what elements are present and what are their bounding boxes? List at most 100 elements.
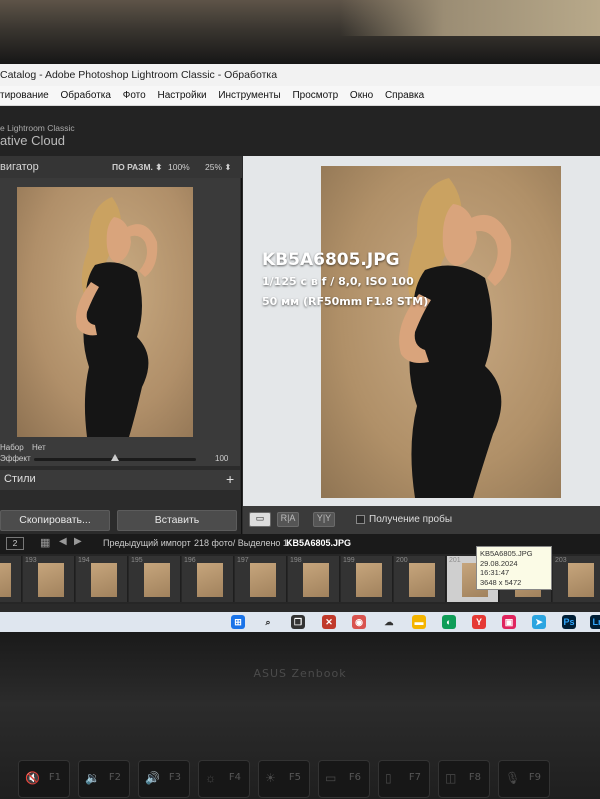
tooltip-date: 29.08.2024 16:31:47 [480, 558, 518, 578]
navigator-preview[interactable] [0, 178, 240, 440]
thumb-number: 196 [184, 557, 196, 564]
search-icon[interactable]: ⌕ [261, 615, 275, 629]
grid-view-icon[interactable]: ▦ [40, 536, 50, 549]
styles-title: Стили [4, 473, 36, 485]
tooltip-filename: KB5A6805.JPG [480, 549, 533, 558]
menu-photo[interactable]: Фото [123, 90, 146, 101]
filmstrip-current-file[interactable]: KB5A6805.JPG [286, 538, 351, 548]
thumb-image [38, 563, 64, 597]
left-panel: вигатор ПО РАЗМ. ⬍ 100% 25% ⬍ Набор Нет … [0, 156, 242, 534]
mute-icon: 🔇 [25, 771, 40, 785]
menu-bar: тирование Обработка Фото Настройки Инстр… [0, 86, 600, 106]
effect-slider[interactable] [34, 454, 196, 461]
zoom-100-option[interactable]: 100% [168, 162, 190, 172]
key-f8: ◫ F8 [438, 760, 490, 798]
filmstrip-thumb[interactable]: 198 [288, 556, 340, 602]
key-f1: 🔇 F1 [18, 760, 70, 798]
lightroom-icon[interactable]: Lr [590, 615, 600, 629]
volume-up-icon: 🔊 [145, 771, 160, 785]
thumbnail-tooltip: KB5A6805.JPG 29.08.2024 16:31:47 3648 x … [476, 546, 552, 590]
effect-slider-knob[interactable] [111, 454, 119, 461]
forward-arrow-icon[interactable]: ▶ [74, 536, 82, 547]
volume-down-icon: 🔉 [85, 771, 100, 785]
thumb-image [356, 563, 382, 597]
effect-row: Эффект 100 [0, 452, 240, 466]
edge-icon[interactable]: ◐ [442, 615, 456, 629]
loupe-view-button[interactable]: ▭ [249, 512, 271, 527]
navigator-title: вигатор [0, 161, 39, 173]
app-icon-red[interactable]: ✕ [322, 615, 336, 629]
key-f6: ▭ F6 [318, 760, 370, 798]
photoshop-icon[interactable]: Ps [562, 615, 576, 629]
thumb-number: 195 [131, 557, 143, 564]
laptop-brand-logo: ASUS Zenbook [253, 667, 347, 680]
window-icon: ◫ [445, 771, 457, 785]
filmstrip-counts: 218 фото/ Выделено 1/ [194, 538, 291, 548]
soft-proof-label: Получение пробы [369, 514, 453, 525]
menu-window[interactable]: Окно [350, 90, 373, 101]
file-explorer-icon[interactable]: ▬ [412, 615, 426, 629]
key-f7: ▯ F7 [378, 760, 430, 798]
app-icon-pdf[interactable]: ◉ [352, 615, 366, 629]
identity-plate: e Lightroom Classic ative Cloud [0, 106, 600, 156]
thumb-number: 193 [25, 557, 37, 564]
loupe-view[interactable]: KB5A6805.JPG 1/125 с в f / 8,0, ISO 100 … [243, 156, 600, 534]
effect-label: Эффект [0, 454, 31, 463]
filmstrip-thumb[interactable]: 196 [182, 556, 234, 602]
filmstrip-thumb[interactable]: 203 [553, 556, 600, 602]
filmstrip-thumb[interactable]: 193 [23, 556, 75, 602]
key-f3: 🔊 F3 [138, 760, 190, 798]
filmstrip-thumb[interactable]: 195 [129, 556, 181, 602]
zoom-fit-option[interactable]: ПО РАЗМ. ⬍ [112, 162, 162, 173]
thumb-number: 203 [555, 557, 567, 564]
filmstrip-thumb[interactable]: 197 [235, 556, 287, 602]
task-view-icon[interactable]: ❐ [291, 615, 305, 629]
filmstrip-thumb[interactable]: 200 [394, 556, 446, 602]
navigator-thumbnail [17, 187, 193, 437]
taskbar: ⊞ ⌕ ❐ ✕ ◉ ☁ ▬ ◐ Y ▣ ➤ Ps Lr [0, 612, 600, 632]
identity-plate-line2: ative Cloud [0, 133, 66, 148]
app-icon-cloud[interactable]: ☁ [382, 615, 396, 629]
loupe-toolbar: ▭ R|A Y|Y Получение пробы [243, 506, 600, 534]
keyboard: 🔇 F1 🔉 F2 🔊 F3 ☼ F4 ☀ F5 ▭ F6 ▯ F7 ◫ F8 🎙 F9 [0, 702, 600, 799]
filmstrip-thumb[interactable]: 199 [341, 556, 393, 602]
effect-value: 100 [215, 454, 229, 463]
menu-help[interactable]: Справка [385, 90, 424, 101]
thumb-image [91, 563, 117, 597]
thumb-image [250, 563, 276, 597]
screen: Catalog - Adobe Photoshop Lightroom Clas… [0, 64, 600, 632]
styles-panel-header[interactable]: Стили + [0, 470, 240, 490]
project-icon: ▯ [385, 771, 392, 785]
add-style-button[interactable]: + [226, 471, 234, 487]
thumb-number: 199 [343, 557, 355, 564]
menu-develop[interactable]: Обработка [61, 90, 111, 101]
thumb-number: 198 [290, 557, 302, 564]
key-f9: 🎙 F9 [498, 760, 550, 798]
telegram-icon[interactable]: ➤ [532, 615, 546, 629]
before-after-yy-button[interactable]: Y|Y [313, 512, 335, 527]
before-after-ra-button[interactable]: R|A [277, 512, 299, 527]
portrait-silhouette [399, 178, 512, 498]
menu-view[interactable]: Просмотр [292, 90, 338, 101]
portrait-silhouette-small [75, 197, 158, 437]
filmstrip-thumb[interactable] [0, 556, 22, 602]
soft-proof-checkbox[interactable] [356, 515, 365, 524]
filmstrip-source[interactable]: Предыдущий импорт [103, 538, 191, 548]
start-icon[interactable]: ⊞ [231, 615, 245, 629]
key-f2: 🔉 F2 [78, 760, 130, 798]
background-wall [340, 0, 600, 36]
back-arrow-icon[interactable]: ◀ [59, 536, 67, 547]
second-window-button[interactable]: 2 [6, 537, 24, 550]
menu-tools[interactable]: Инструменты [218, 90, 280, 101]
filmstrip-thumb[interactable]: 194 [76, 556, 128, 602]
menu-edit[interactable]: тирование [0, 90, 49, 101]
paste-button[interactable]: Вставить [117, 510, 237, 531]
copy-button[interactable]: Скопировать... [0, 510, 110, 531]
navigator-header[interactable]: вигатор ПО РАЗМ. ⬍ 100% 25% ⬍ [0, 156, 242, 178]
menu-settings[interactable]: Настройки [158, 90, 207, 101]
app-icon-store[interactable]: ▣ [502, 615, 516, 629]
thumb-number: 197 [237, 557, 249, 564]
zoom-25-option[interactable]: 25% ⬍ [205, 162, 232, 173]
yandex-icon[interactable]: Y [472, 615, 486, 629]
preset-set-value[interactable]: Нет [32, 443, 46, 452]
